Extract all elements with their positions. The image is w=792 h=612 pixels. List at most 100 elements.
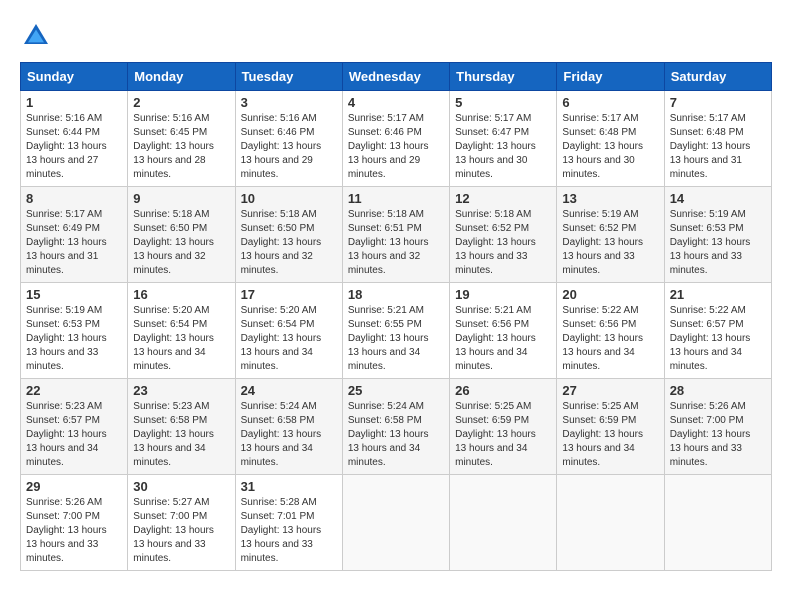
calendar-cell: 5 Sunrise: 5:17 AMSunset: 6:47 PMDaylight… — [450, 91, 557, 187]
calendar-cell: 17Sunrise: 5:20 AMSunset: 6:54 PMDayligh… — [235, 283, 342, 379]
calendar-cell: 22 Sunrise: 5:23 AMSunset: 6:57 PMDayligh… — [21, 379, 128, 475]
day-info: Sunrise: 5:19 AMSunset: 6:53 PMDaylight:… — [670, 208, 766, 278]
day-info: Sunrise: 5:26 AMSunset: 7:00 PMDaylight:… — [26, 496, 122, 566]
day-info: Sunrise: 5:16 AMSunset: 6:44 PMDaylight:… — [26, 112, 122, 182]
calendar-header-wednesday: Wednesday — [342, 63, 449, 91]
day-info: Sunrise: 5:22 AMSunset: 6:56 PMDaylight:… — [562, 304, 658, 374]
calendar-cell: 12 Sunrise: 5:18 AMSunset: 6:52 PMDayligh… — [450, 187, 557, 283]
calendar-header-sunday: Sunday — [21, 63, 128, 91]
day-number: 30 — [133, 479, 229, 494]
day-info: Sunrise: 5:21 AMSunset: 6:56 PMDaylight:… — [455, 304, 551, 374]
day-info: Sunrise: 5:27 AMSunset: 7:00 PMDaylight:… — [133, 496, 229, 566]
day-number: 17 — [241, 287, 337, 302]
day-info: Sunrise: 5:18 AMSunset: 6:52 PMDaylight:… — [455, 208, 551, 278]
calendar-header-friday: Friday — [557, 63, 664, 91]
day-info: Sunrise: 5:17 AMSunset: 6:49 PMDaylight:… — [26, 208, 122, 278]
day-number: 3 — [241, 95, 337, 110]
day-number: 14 — [670, 191, 766, 206]
calendar-header-thursday: Thursday — [450, 63, 557, 91]
day-number: 31 — [241, 479, 337, 494]
calendar-cell — [557, 475, 664, 571]
calendar-cell: 14 Sunrise: 5:19 AMSunset: 6:53 PMDayligh… — [664, 187, 771, 283]
day-number: 26 — [455, 383, 551, 398]
day-number: 6 — [562, 95, 658, 110]
calendar-header-monday: Monday — [128, 63, 235, 91]
calendar-header-tuesday: Tuesday — [235, 63, 342, 91]
day-number: 28 — [670, 383, 766, 398]
day-number: 15 — [26, 287, 122, 302]
calendar-cell: 15 Sunrise: 5:19 AMSunset: 6:53 PMDayligh… — [21, 283, 128, 379]
day-number: 2 — [133, 95, 229, 110]
calendar-week-1: 1Sunrise: 5:16 AMSunset: 6:44 PMDaylight… — [21, 91, 772, 187]
day-info: Sunrise: 5:26 AMSunset: 7:00 PMDaylight:… — [670, 400, 766, 470]
logo — [20, 20, 56, 52]
calendar-cell: 21 Sunrise: 5:22 AMSunset: 6:57 PMDayligh… — [664, 283, 771, 379]
calendar-week-3: 15 Sunrise: 5:19 AMSunset: 6:53 PMDayligh… — [21, 283, 772, 379]
day-info: Sunrise: 5:23 AMSunset: 6:57 PMDaylight:… — [26, 400, 122, 470]
calendar-cell: 24 Sunrise: 5:24 AMSunset: 6:58 PMDayligh… — [235, 379, 342, 475]
calendar-cell: 10 Sunrise: 5:18 AMSunset: 6:50 PMDayligh… — [235, 187, 342, 283]
calendar-cell: 26 Sunrise: 5:25 AMSunset: 6:59 PMDayligh… — [450, 379, 557, 475]
calendar-cell: 20 Sunrise: 5:22 AMSunset: 6:56 PMDayligh… — [557, 283, 664, 379]
day-info: Sunrise: 5:19 AMSunset: 6:53 PMDaylight:… — [26, 304, 122, 374]
page-header — [20, 20, 772, 52]
day-number: 21 — [670, 287, 766, 302]
calendar-cell: 8 Sunrise: 5:17 AMSunset: 6:49 PMDaylight… — [21, 187, 128, 283]
day-info: Sunrise: 5:25 AMSunset: 6:59 PMDaylight:… — [562, 400, 658, 470]
day-number: 29 — [26, 479, 122, 494]
day-info: Sunrise: 5:24 AMSunset: 6:58 PMDaylight:… — [241, 400, 337, 470]
day-info: Sunrise: 5:17 AMSunset: 6:48 PMDaylight:… — [670, 112, 766, 182]
day-info: Sunrise: 5:21 AMSunset: 6:55 PMDaylight:… — [348, 304, 444, 374]
day-info: Sunrise: 5:22 AMSunset: 6:57 PMDaylight:… — [670, 304, 766, 374]
day-number: 4 — [348, 95, 444, 110]
day-info: Sunrise: 5:24 AMSunset: 6:58 PMDaylight:… — [348, 400, 444, 470]
day-info: Sunrise: 5:28 AMSunset: 7:01 PMDaylight:… — [241, 496, 337, 566]
day-info: Sunrise: 5:20 AMSunset: 6:54 PMDaylight:… — [133, 304, 229, 374]
day-info: Sunrise: 5:16 AMSunset: 6:46 PMDaylight:… — [241, 112, 337, 182]
calendar-cell: 23Sunrise: 5:23 AMSunset: 6:58 PMDayligh… — [128, 379, 235, 475]
day-number: 22 — [26, 383, 122, 398]
day-number: 11 — [348, 191, 444, 206]
day-info: Sunrise: 5:18 AMSunset: 6:50 PMDaylight:… — [133, 208, 229, 278]
calendar-header-row: SundayMondayTuesdayWednesdayThursdayFrid… — [21, 63, 772, 91]
calendar-cell: 3 Sunrise: 5:16 AMSunset: 6:46 PMDaylight… — [235, 91, 342, 187]
day-number: 10 — [241, 191, 337, 206]
calendar-cell: 11 Sunrise: 5:18 AMSunset: 6:51 PMDayligh… — [342, 187, 449, 283]
day-info: Sunrise: 5:16 AMSunset: 6:45 PMDaylight:… — [133, 112, 229, 182]
day-info: Sunrise: 5:17 AMSunset: 6:46 PMDaylight:… — [348, 112, 444, 182]
calendar-cell: 6 Sunrise: 5:17 AMSunset: 6:48 PMDaylight… — [557, 91, 664, 187]
calendar-cell: 2 Sunrise: 5:16 AMSunset: 6:45 PMDaylight… — [128, 91, 235, 187]
calendar-week-2: 8 Sunrise: 5:17 AMSunset: 6:49 PMDaylight… — [21, 187, 772, 283]
calendar-week-4: 22 Sunrise: 5:23 AMSunset: 6:57 PMDayligh… — [21, 379, 772, 475]
day-number: 8 — [26, 191, 122, 206]
calendar-cell: 25Sunrise: 5:24 AMSunset: 6:58 PMDayligh… — [342, 379, 449, 475]
day-number: 24 — [241, 383, 337, 398]
day-number: 16 — [133, 287, 229, 302]
logo-icon — [20, 20, 52, 52]
day-number: 7 — [670, 95, 766, 110]
day-number: 27 — [562, 383, 658, 398]
calendar-cell: 16 Sunrise: 5:20 AMSunset: 6:54 PMDayligh… — [128, 283, 235, 379]
calendar-cell — [342, 475, 449, 571]
day-number: 13 — [562, 191, 658, 206]
day-info: Sunrise: 5:18 AMSunset: 6:51 PMDaylight:… — [348, 208, 444, 278]
day-number: 18 — [348, 287, 444, 302]
day-info: Sunrise: 5:17 AMSunset: 6:48 PMDaylight:… — [562, 112, 658, 182]
calendar-cell: 13Sunrise: 5:19 AMSunset: 6:52 PMDayligh… — [557, 187, 664, 283]
day-number: 5 — [455, 95, 551, 110]
day-info: Sunrise: 5:18 AMSunset: 6:50 PMDaylight:… — [241, 208, 337, 278]
calendar-cell: 4 Sunrise: 5:17 AMSunset: 6:46 PMDaylight… — [342, 91, 449, 187]
calendar-cell: 18 Sunrise: 5:21 AMSunset: 6:55 PMDayligh… — [342, 283, 449, 379]
calendar-cell: 27 Sunrise: 5:25 AMSunset: 6:59 PMDayligh… — [557, 379, 664, 475]
calendar-cell — [450, 475, 557, 571]
day-info: Sunrise: 5:17 AMSunset: 6:47 PMDaylight:… — [455, 112, 551, 182]
day-number: 12 — [455, 191, 551, 206]
day-number: 20 — [562, 287, 658, 302]
calendar-header-saturday: Saturday — [664, 63, 771, 91]
day-info: Sunrise: 5:25 AMSunset: 6:59 PMDaylight:… — [455, 400, 551, 470]
calendar-cell: 7 Sunrise: 5:17 AMSunset: 6:48 PMDaylight… — [664, 91, 771, 187]
calendar-table: SundayMondayTuesdayWednesdayThursdayFrid… — [20, 62, 772, 571]
calendar-cell — [664, 475, 771, 571]
calendar-cell: 30 Sunrise: 5:27 AMSunset: 7:00 PMDayligh… — [128, 475, 235, 571]
day-number: 9 — [133, 191, 229, 206]
